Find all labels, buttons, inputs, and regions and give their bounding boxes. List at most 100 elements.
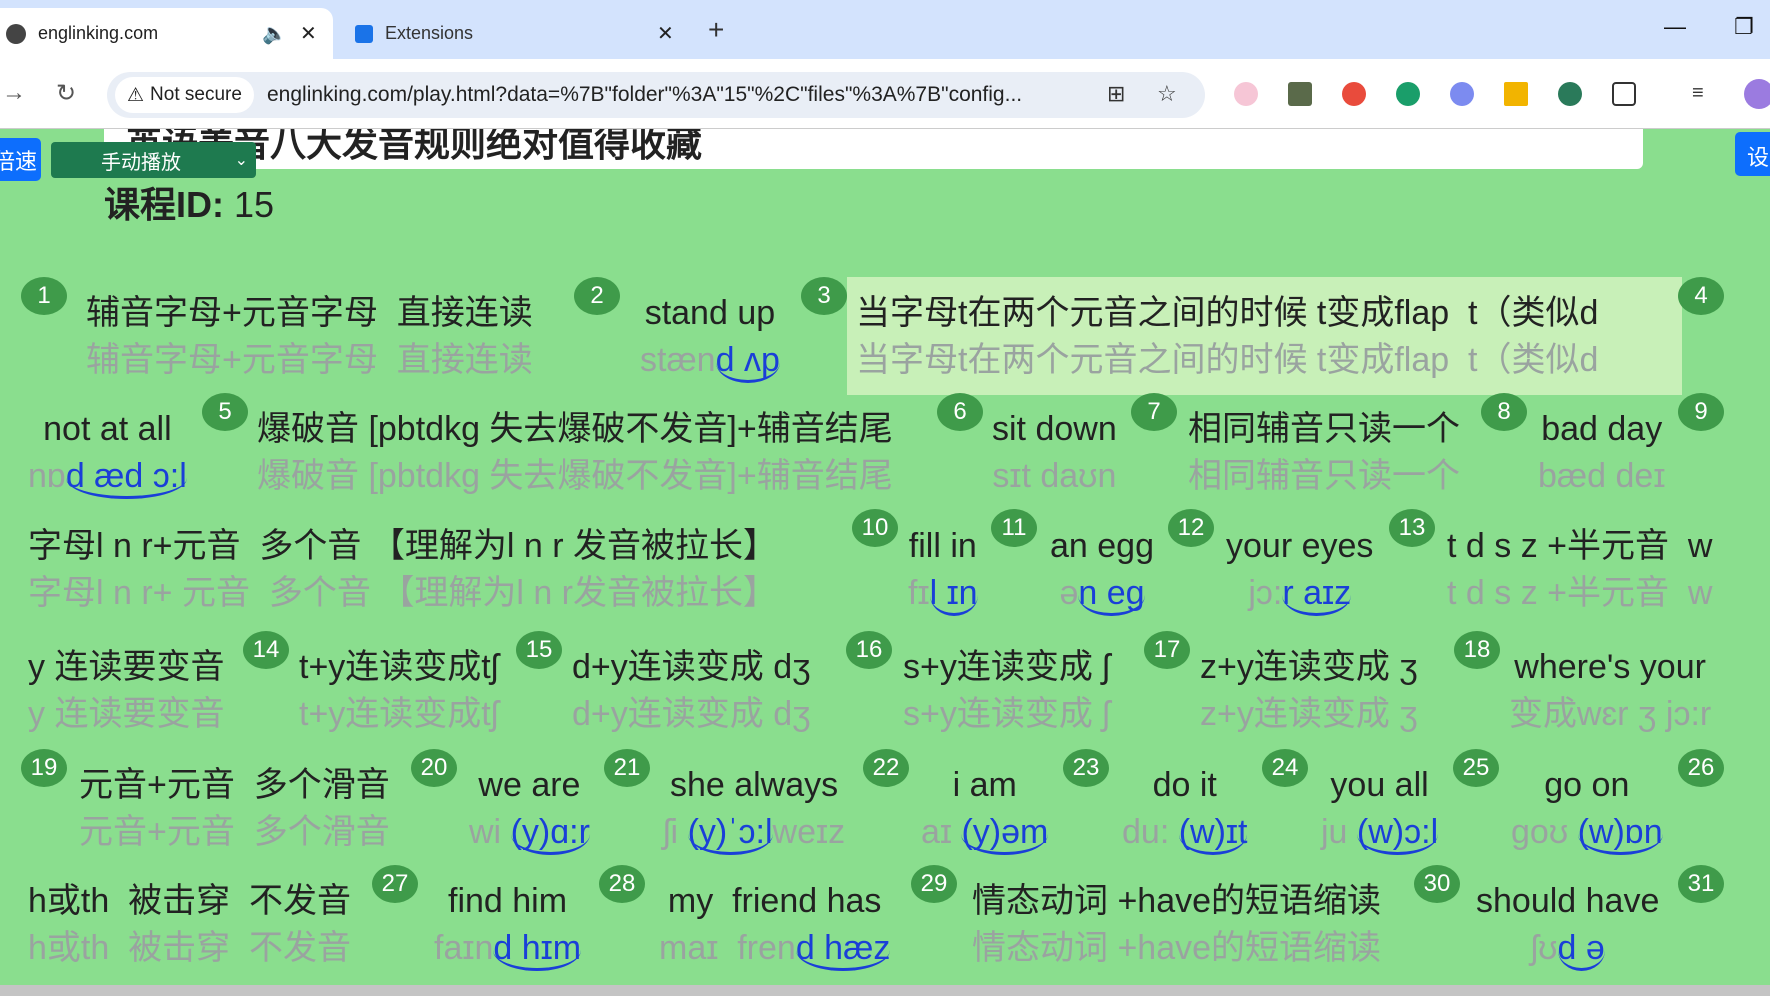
speaker-icon[interactable]: 🔈 <box>262 21 287 46</box>
item-number-badge[interactable]: 28 <box>599 865 645 903</box>
item-number-badge[interactable]: 10 <box>852 509 898 547</box>
extensions-icon[interactable] <box>1612 82 1636 106</box>
list-item[interactable]: 辅音字母+元音字母 直接连读 辅音字母+元音字母 直接连读 <box>86 290 533 384</box>
item-phonetic: 相同辅音只读一个 <box>1188 453 1460 500</box>
list-item[interactable]: she always ʃi (y)ˈɔ:lweɪz <box>663 762 845 856</box>
download-extension-icon[interactable] <box>1396 82 1420 106</box>
item-number-badge[interactable]: 18 <box>1454 631 1500 669</box>
item-number-badge[interactable]: 13 <box>1389 509 1435 547</box>
color-extension-icon[interactable] <box>1342 82 1366 106</box>
item-number-badge[interactable]: 15 <box>516 631 562 669</box>
list-item[interactable]: 情态动词 +have的短语缩读 情态动词 +have的短语缩读 <box>972 878 1381 972</box>
close-tab-icon[interactable]: ✕ <box>300 21 317 46</box>
list-item[interactable]: 相同辅音只读一个 相同辅音只读一个 <box>1188 406 1460 500</box>
list-item[interactable]: sit down sɪt daʊn <box>992 406 1117 500</box>
media-controls-icon[interactable]: ≡ <box>1692 82 1716 106</box>
close-tab-icon[interactable]: ✕ <box>657 21 674 46</box>
list-item[interactable]: d+y连读变成 dʒ d+y连读变成 dʒ <box>572 644 811 738</box>
not-secure-chip[interactable]: ⚠ Not secure <box>115 77 254 113</box>
item-number-badge[interactable]: 12 <box>1168 509 1214 547</box>
tv-extension-icon[interactable] <box>1234 82 1258 106</box>
new-tab-button[interactable]: + <box>708 14 724 46</box>
speed-button[interactable]: 倍速 <box>0 138 41 181</box>
item-number-badge[interactable]: 26 <box>1678 749 1724 787</box>
item-number-badge[interactable]: 29 <box>911 865 957 903</box>
item-number-badge[interactable]: 25 <box>1453 749 1499 787</box>
tab-extensions[interactable]: Extensions ✕ <box>345 8 685 59</box>
vpn-extension-icon[interactable] <box>1450 82 1474 106</box>
list-item[interactable]: 字母l n r+元音 多个音 【理解为l n r 发音被拉长】 字母l n r+ … <box>28 523 777 617</box>
list-item[interactable]: y 连读要变音 y 连读要变音 <box>28 644 224 738</box>
item-number-badge[interactable]: 1 <box>21 277 67 315</box>
item-number-badge[interactable]: 9 <box>1678 393 1724 431</box>
item-number-badge[interactable]: 24 <box>1262 749 1308 787</box>
item-text: t d s z +半元音 w <box>1447 527 1713 565</box>
play-mode-select[interactable]: 手动播放 ⌄ <box>51 142 256 178</box>
item-number-badge[interactable]: 27 <box>372 865 418 903</box>
phonetic-text: d+y连读变成 dʒ <box>572 695 811 733</box>
list-item[interactable]: t d s z +半元音 w t d s z +半元音 w <box>1447 523 1712 617</box>
item-number-badge[interactable]: 21 <box>604 749 650 787</box>
item-number-badge[interactable]: 4 <box>1678 277 1724 315</box>
translate-icon[interactable]: ⊞ <box>1107 81 1125 107</box>
url-text[interactable]: englinking.com/play.html?data=%7B"folder… <box>267 83 1022 107</box>
list-item[interactable]: find him faɪnd hɪm <box>434 878 582 972</box>
list-item[interactable]: stand up stænd ʌp <box>640 290 780 384</box>
address-bar[interactable]: ⚠ Not secure englinking.com/play.html?da… <box>107 72 1205 118</box>
item-text: not at all <box>43 410 172 448</box>
list-item[interactable]: we are wi (y)ɑ:r <box>469 762 590 856</box>
item-number-badge[interactable]: 20 <box>411 749 457 787</box>
course-id-value: 15 <box>234 184 275 225</box>
list-item[interactable]: t+y连读变成tʃ t+y连读变成tʃ <box>299 644 498 738</box>
list-item[interactable]: not at all nɒd æd ɔ:l <box>28 406 187 500</box>
list-item[interactable]: you all ju (w)ɔ:l <box>1321 762 1439 856</box>
horizontal-scrollbar[interactable] <box>0 985 1770 996</box>
item-number-badge[interactable]: 14 <box>243 631 289 669</box>
phonetic-text: 字母l n r+ 元音 多个音 【理解为l n r发音被拉长】 <box>28 574 777 612</box>
list-item[interactable]: i am aɪ (y)əm <box>921 762 1049 856</box>
list-item[interactable]: bad day bæd deɪ <box>1538 406 1665 500</box>
forward-icon[interactable]: → <box>2 79 26 107</box>
item-number-badge[interactable]: 17 <box>1144 631 1190 669</box>
item-number-badge[interactable]: 16 <box>846 631 892 669</box>
linking-mark: (y)əm <box>961 813 1049 855</box>
list-item[interactable]: go on goʊ (w)ɒn <box>1511 762 1663 856</box>
reload-icon[interactable]: ↻ <box>56 79 76 108</box>
yellow-extension-icon[interactable] <box>1504 82 1528 106</box>
list-item[interactable]: z+y连读变成 ʒ z+y连读变成 ʒ <box>1200 644 1418 738</box>
phonetic-text: maɪ fren <box>659 929 796 967</box>
list-item[interactable]: s+y连读变成 ʃ s+y连读变成 ʃ <box>903 644 1110 738</box>
media-extension-icon[interactable] <box>1288 82 1312 106</box>
tab-englinking[interactable]: englinking.com 🔈 ✕ <box>0 8 333 59</box>
list-item[interactable]: h或th 被击穿 不发音 h或th 被击穿 不发音 <box>28 878 351 972</box>
item-number-badge[interactable]: 19 <box>21 749 67 787</box>
item-number-badge[interactable]: 2 <box>574 277 620 315</box>
item-number-badge[interactable]: 22 <box>863 749 909 787</box>
list-item[interactable]: where's your 变成wɛr ʒ jɔ:r <box>1509 644 1711 738</box>
list-item[interactable]: should have ʃʊd ə <box>1476 878 1659 972</box>
profile-avatar[interactable] <box>1744 79 1770 109</box>
minimize-icon[interactable]: — <box>1664 14 1686 40</box>
item-text: an egg <box>1050 527 1154 565</box>
settings-button[interactable]: 设 <box>1735 132 1770 176</box>
list-item[interactable]: fill in fɪl ɪn <box>908 523 978 617</box>
item-number-badge[interactable]: 8 <box>1481 393 1527 431</box>
item-number-badge[interactable]: 11 <box>991 509 1037 547</box>
list-item[interactable]: my friend has maɪ frend hæz <box>659 878 891 972</box>
item-number-badge[interactable]: 23 <box>1063 749 1109 787</box>
star-icon[interactable]: ☆ <box>1157 81 1177 107</box>
list-item[interactable]: 当字母t在两个元音之间的时候 t变成flap t（类似d 当字母t在两个元音之间的… <box>856 290 1598 384</box>
list-item[interactable]: 元音+元音 多个滑音 元音+元音 多个滑音 <box>79 762 390 856</box>
list-item[interactable]: an egg ən eg <box>1050 523 1154 617</box>
item-number-badge[interactable]: 7 <box>1131 393 1177 431</box>
list-item[interactable]: your eyes jɔ:r aɪz <box>1226 523 1373 617</box>
item-number-badge[interactable]: 3 <box>801 277 847 315</box>
item-number-badge[interactable]: 6 <box>937 393 983 431</box>
item-number-badge[interactable]: 5 <box>202 393 248 431</box>
item-number-badge[interactable]: 31 <box>1678 865 1724 903</box>
list-item[interactable]: do it du: (w)ɪt <box>1122 762 1248 856</box>
list-item[interactable]: 爆破音 [pbtdkg 失去爆破不发音]+辅音结尾 爆破音 [pbtdkg 失去爆… <box>257 406 893 500</box>
restore-icon[interactable]: ❐ <box>1734 14 1754 40</box>
power-extension-icon[interactable] <box>1558 82 1582 106</box>
item-number-badge[interactable]: 30 <box>1414 865 1460 903</box>
